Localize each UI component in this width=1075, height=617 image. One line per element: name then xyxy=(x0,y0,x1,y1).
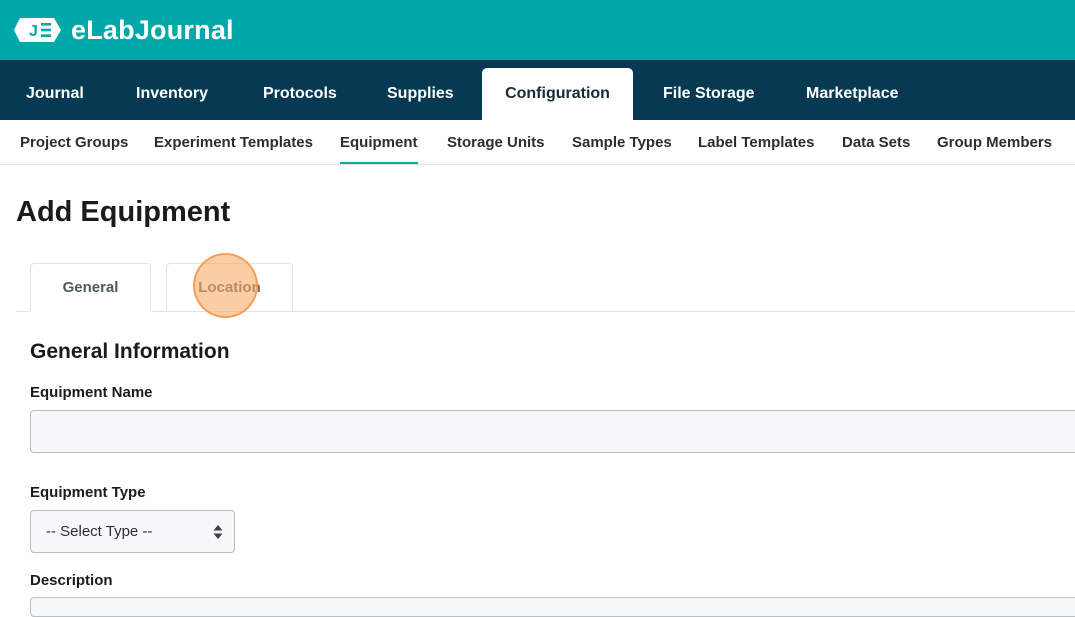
equipment-type-label: Equipment Type xyxy=(30,484,146,501)
subnav-equipment[interactable]: Equipment xyxy=(340,120,418,164)
logo-letter: J xyxy=(29,23,38,40)
section-title: General Information xyxy=(30,340,230,363)
select-arrows-icon xyxy=(213,524,223,540)
tab-location[interactable]: Location xyxy=(166,263,293,312)
nav-marketplace[interactable]: Marketplace xyxy=(806,68,899,120)
description-label: Description xyxy=(30,572,113,589)
nav-protocols[interactable]: Protocols xyxy=(263,68,337,120)
nav-supplies[interactable]: Supplies xyxy=(387,68,454,120)
main-nav: Journal Inventory Protocols Supplies Con… xyxy=(0,60,1075,120)
sub-nav: Project Groups Experiment Templates Equi… xyxy=(0,120,1075,165)
brand-name[interactable]: eLabJournal xyxy=(71,15,234,46)
brand-bar: J eLabJournal xyxy=(0,0,1075,60)
page-title: Add Equipment xyxy=(16,196,231,228)
nav-file-storage[interactable]: File Storage xyxy=(663,68,755,120)
subnav-storage-units[interactable]: Storage Units xyxy=(447,120,545,164)
subnav-data-sets[interactable]: Data Sets xyxy=(842,120,910,164)
equipment-name-input[interactable] xyxy=(30,410,1075,453)
elab-logo-icon[interactable]: J xyxy=(14,16,62,44)
equipment-type-select[interactable]: -- Select Type -- xyxy=(30,510,235,553)
description-field[interactable] xyxy=(30,597,1075,617)
nav-configuration[interactable]: Configuration xyxy=(482,68,633,120)
tab-general[interactable]: General xyxy=(30,263,151,312)
equipment-type-selected: -- Select Type -- xyxy=(46,523,153,540)
nav-journal[interactable]: Journal xyxy=(26,68,84,120)
subnav-group-members[interactable]: Group Members xyxy=(937,120,1052,164)
nav-inventory[interactable]: Inventory xyxy=(136,68,208,120)
equipment-name-label: Equipment Name xyxy=(30,384,153,401)
subnav-experiment-templates[interactable]: Experiment Templates xyxy=(154,120,313,164)
subnav-label-templates[interactable]: Label Templates xyxy=(698,120,814,164)
subnav-sample-types[interactable]: Sample Types xyxy=(572,120,672,164)
subnav-project-groups[interactable]: Project Groups xyxy=(20,120,128,164)
